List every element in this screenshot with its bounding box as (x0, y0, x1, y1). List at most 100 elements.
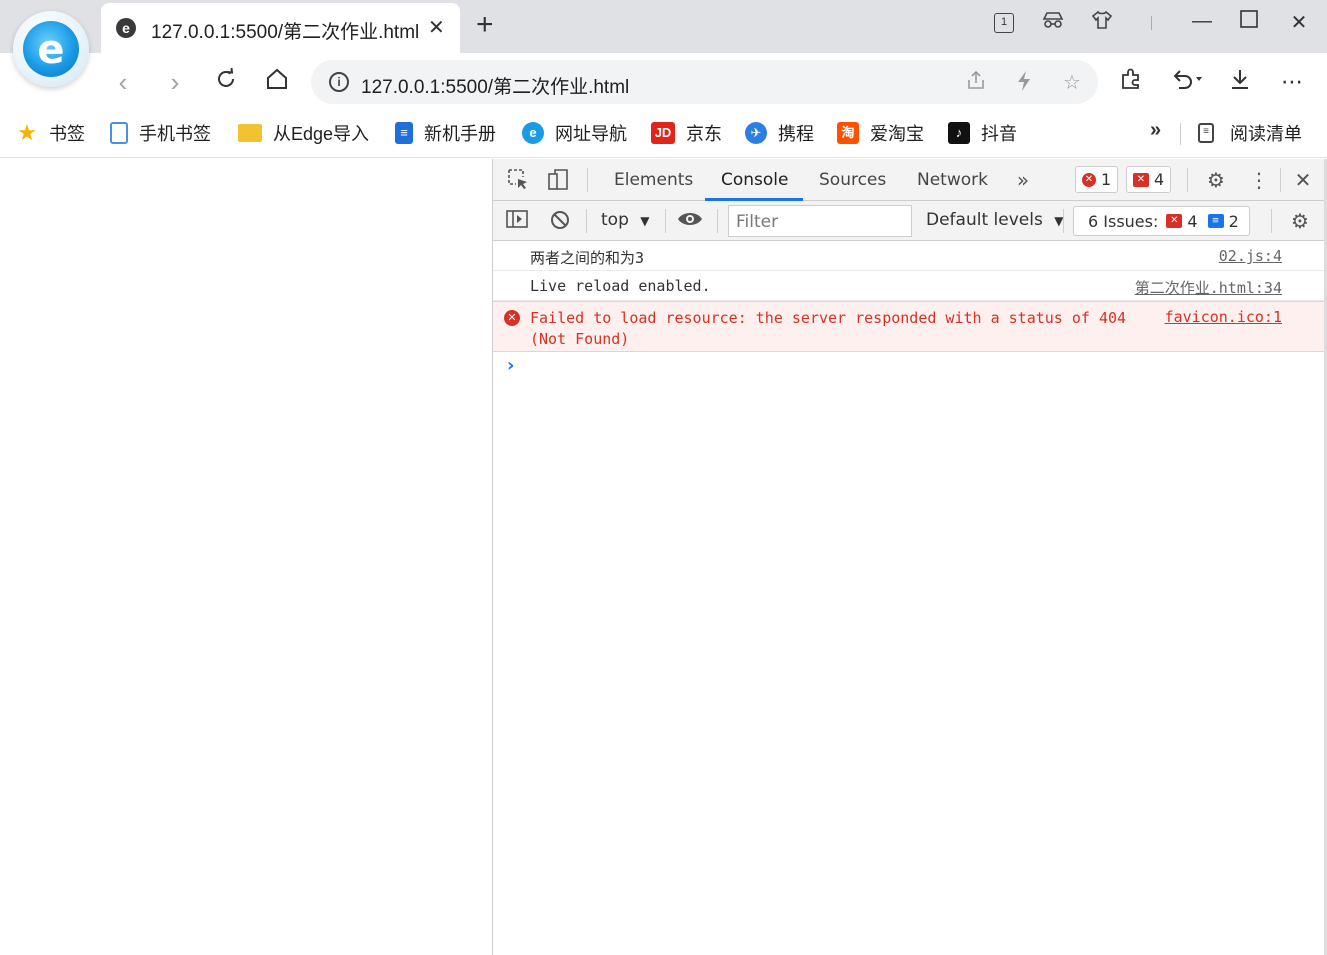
error-count-badge[interactable]: ✕ 1 (1075, 166, 1119, 193)
tab-console[interactable]: Console (721, 170, 789, 190)
maximize-button[interactable] (1234, 10, 1264, 34)
console-prompt-line[interactable]: › (493, 352, 1325, 382)
forward-button[interactable]: › (160, 67, 190, 97)
bookmark-item[interactable]: ♪ 抖音 (948, 119, 1017, 147)
console-toolbar: top ▼ Filter Default levels ▼ 6 Issues: … (493, 201, 1325, 241)
prompt-chevron-icon: › (507, 355, 515, 376)
minimize-button[interactable]: — (1187, 10, 1217, 33)
bookmark-item[interactable]: 手机书签 (110, 119, 211, 147)
message-text: Failed to load resource: the server resp… (530, 309, 1127, 348)
bookmarks-bar: ★ 书签 手机书签 从Edge导入 ≡ 新机手册 e 网址导航 JD 京东 ✈ … (0, 111, 1327, 158)
bookmark-label: 网址导航 (555, 124, 627, 144)
reading-list-button[interactable]: ≡ 阅读清单 (1198, 119, 1302, 147)
show-sidebar-icon[interactable] (504, 209, 530, 234)
bookmark-label: 爱淘宝 (870, 124, 924, 144)
new-tab-button[interactable]: + (476, 10, 494, 40)
message-text: 两者之间的和为3 (530, 249, 645, 267)
close-window-button[interactable]: ✕ (1284, 10, 1314, 35)
home-button[interactable] (262, 67, 292, 97)
tab-title: 127.0.0.1:5500/第二次作业.html (151, 22, 420, 43)
log-levels-dropdown[interactable]: Default levels ▼ (926, 210, 1063, 230)
logo-e-glyph: e (37, 27, 65, 73)
ctrip-icon: ✈ (745, 122, 767, 144)
warning-count-badge[interactable]: ✕ 4 (1126, 166, 1172, 193)
douyin-icon: ♪ (948, 122, 970, 144)
toolbar-separator (665, 209, 666, 233)
toolbar: ‹ › i 127.0.0.1:5500/第二次作业.html ☆ ⋯ (0, 53, 1327, 111)
error-count: 1 (1101, 170, 1112, 189)
folder-icon (238, 124, 262, 142)
clear-console-icon[interactable] (547, 209, 573, 236)
bookmarks-separator (1180, 123, 1181, 145)
console-error-message: ✕ Failed to load resource: the server re… (493, 301, 1325, 352)
browser-logo-icon[interactable]: e (13, 11, 89, 87)
bookmark-label: 京东 (686, 124, 722, 144)
bookmarks-more-icon[interactable]: » (1150, 119, 1161, 142)
bookmark-item[interactable]: JD 京东 (651, 119, 722, 147)
browser-tab[interactable]: e 127.0.0.1:5500/第二次作业.html ✕ (101, 3, 460, 53)
context-selector[interactable]: top ▼ (601, 210, 650, 230)
close-devtools-icon[interactable]: ✕ (1290, 168, 1316, 192)
message-source-link[interactable]: 02.js:4 (1219, 247, 1282, 265)
toolbar-separator (586, 209, 587, 233)
address-bar[interactable]: i 127.0.0.1:5500/第二次作业.html ☆ (311, 60, 1098, 104)
devtools-tab-strip: Elements Console Sources Network » ✕ 1 ✕… (493, 159, 1325, 201)
reading-list-label: 阅读清单 (1230, 124, 1302, 144)
back-button[interactable]: ‹ (108, 67, 138, 97)
lightning-icon[interactable] (1012, 70, 1036, 98)
inspect-element-icon[interactable] (505, 168, 531, 195)
bookmark-item[interactable]: 淘 爱淘宝 (837, 119, 924, 147)
bookmark-label: 携程 (778, 124, 814, 144)
bookmark-item[interactable]: ≡ 新机手册 (395, 119, 496, 147)
title-separator (1151, 16, 1152, 30)
message-source-link[interactable]: 第二次作业.html:34 (1135, 277, 1282, 298)
console-messages: 两者之间的和为3 02.js:4 Live reload enabled. 第二… (493, 241, 1325, 382)
message-source-link[interactable]: favicon.ico:1 (1165, 308, 1282, 326)
undo-close-tab-icon[interactable] (1170, 67, 1202, 99)
bookmark-item[interactable]: 从Edge导入 (238, 119, 369, 147)
nav-e-icon: e (522, 122, 544, 144)
tab-close-icon[interactable]: ✕ (428, 15, 445, 40)
url-text[interactable]: 127.0.0.1:5500/第二次作业.html (361, 72, 629, 99)
issues-button[interactable]: 6 Issues: ✕ 4 ≡ 2 (1073, 206, 1250, 236)
issue-error-icon: ✕ (1133, 172, 1149, 187)
share-icon[interactable] (964, 70, 988, 96)
bookmark-label: 抖音 (981, 124, 1017, 144)
page-content (0, 159, 492, 955)
live-expression-eye-icon[interactable] (677, 209, 703, 233)
filter-input[interactable]: Filter (728, 205, 912, 237)
download-icon[interactable] (1225, 67, 1255, 99)
tab-network[interactable]: Network (917, 170, 988, 190)
incognito-icon[interactable] (1038, 10, 1068, 36)
tab-sources[interactable]: Sources (819, 170, 886, 190)
issues-info-count: 2 (1228, 211, 1239, 231)
toolbar-separator (1063, 209, 1064, 233)
toolbar-separator (717, 209, 718, 233)
more-menu-icon[interactable]: ⋯ (1277, 67, 1307, 97)
console-settings-gear-icon[interactable]: ⚙ (1287, 209, 1313, 233)
site-info-icon[interactable]: i (329, 72, 349, 92)
bookmark-item[interactable]: ★ 书签 (16, 119, 85, 147)
favorite-star-icon[interactable]: ☆ (1060, 70, 1084, 95)
customize-menu-icon[interactable]: ⋮ (1246, 168, 1272, 192)
shirt-icon[interactable] (1087, 10, 1117, 36)
tab-elements[interactable]: Elements (614, 170, 693, 190)
extensions-icon[interactable] (1116, 67, 1146, 99)
bookmark-item[interactable]: ✈ 携程 (745, 119, 814, 147)
device-toolbar-icon[interactable] (545, 168, 571, 197)
reading-list-icon: ≡ (1198, 123, 1214, 143)
tab-favicon-icon: e (116, 18, 136, 38)
toolbar-separator (1280, 168, 1281, 192)
console-message: Live reload enabled. 第二次作业.html:34 (493, 271, 1325, 301)
chevron-down-icon: ▼ (640, 214, 650, 228)
toolbar-separator (1271, 209, 1272, 233)
reload-button[interactable] (211, 67, 241, 97)
star-icon: ★ (17, 120, 37, 145)
settings-gear-icon[interactable]: ⚙ (1203, 168, 1229, 192)
tab-count-icon[interactable]: 1 (994, 13, 1014, 33)
bookmark-item[interactable]: e 网址导航 (522, 119, 627, 147)
toolbar-separator (1187, 168, 1188, 192)
error-icon: ✕ (504, 310, 520, 326)
more-tabs-icon[interactable]: » (1010, 168, 1036, 192)
bookmark-label: 从Edge导入 (273, 124, 370, 144)
